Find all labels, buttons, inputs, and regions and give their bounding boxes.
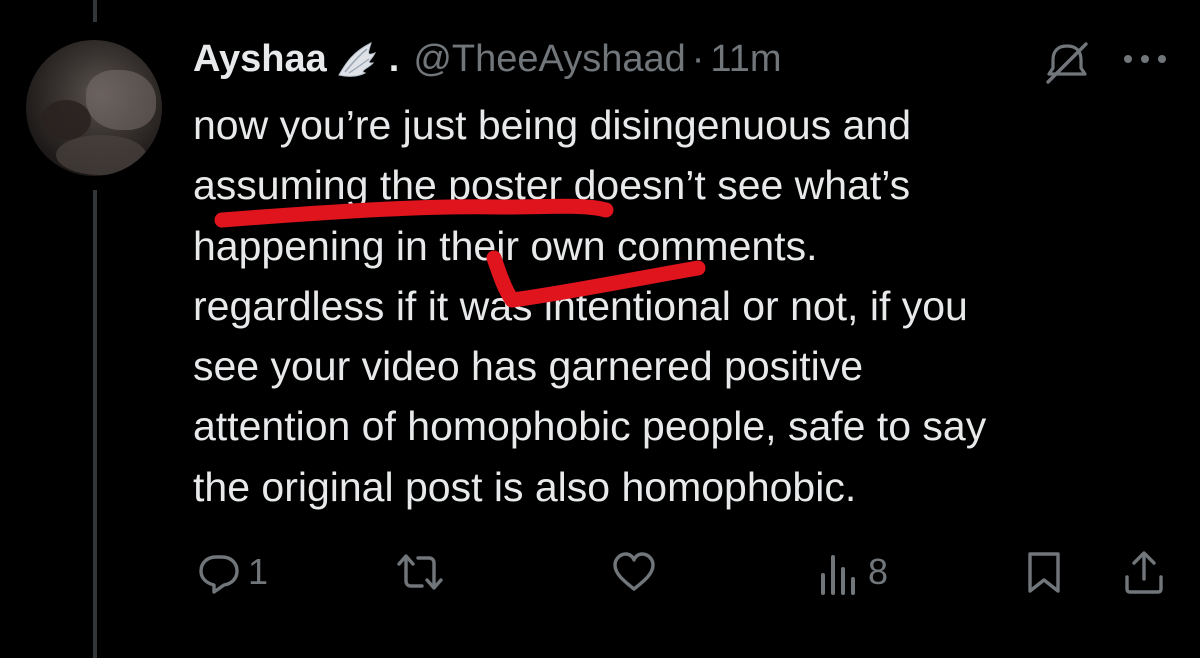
views-count: 8 — [868, 551, 889, 592]
views-button[interactable]: 8 — [818, 540, 888, 604]
tweet-text-line: attention of homophobic people, safe to … — [193, 403, 987, 450]
separator-dot: · — [691, 37, 705, 80]
reply-button[interactable]: 1 — [196, 540, 268, 604]
handle[interactable]: @TheeAyshaad — [413, 38, 685, 81]
mute-conversation-icon[interactable] — [1042, 38, 1092, 88]
more-options-icon[interactable] — [1118, 42, 1172, 76]
tweet-text-line: the original post is also homophobic. — [193, 463, 857, 510]
tweet-text-line: happening in their own comments. — [193, 222, 818, 269]
tweet-header: Ayshaa . @TheeAyshaad · 11m — [193, 34, 782, 84]
thread-line-top — [93, 0, 97, 22]
timestamp[interactable]: 11m — [710, 38, 781, 81]
retweet-button[interactable] — [396, 540, 450, 604]
reply-count: 1 — [248, 551, 269, 592]
tweet-text-line: assuming the poster doesn’t see what’s — [193, 162, 911, 209]
reply-icon — [199, 555, 239, 594]
angel-wing-icon — [338, 42, 376, 77]
views-icon — [821, 555, 855, 595]
tweet-text: now you’re just being disingenuous and a… — [193, 95, 1173, 517]
bookmark-button[interactable] — [1024, 540, 1064, 604]
share-icon — [1125, 551, 1163, 594]
share-button[interactable] — [1122, 540, 1166, 604]
tweet-text-line: see your video has garnered positive — [193, 343, 864, 390]
like-button[interactable] — [610, 540, 664, 604]
heart-icon — [613, 552, 655, 591]
action-bar: 1 8 — [0, 540, 1200, 604]
tweet-text-line: now you’re just being disingenuous and — [193, 102, 912, 148]
bookmark-icon — [1028, 552, 1060, 593]
avatar[interactable] — [26, 40, 162, 176]
tweet-text-line: regardless if it was intentional or not,… — [193, 282, 968, 329]
name-dot: . — [388, 37, 400, 80]
retweet-icon — [397, 554, 443, 590]
display-name[interactable]: Ayshaa — [193, 38, 327, 81]
